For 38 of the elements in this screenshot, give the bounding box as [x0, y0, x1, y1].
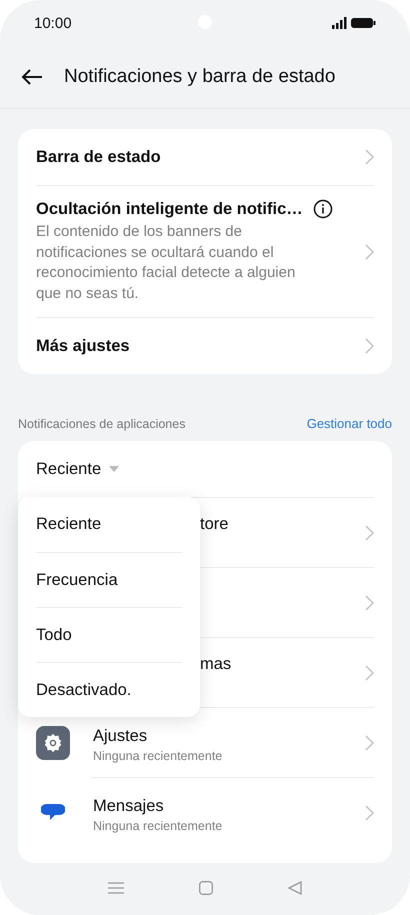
app-name: Mensajes	[93, 797, 165, 816]
back-arrow-icon[interactable]	[20, 68, 44, 86]
app-status: Ninguna recientemente	[93, 819, 224, 833]
menu-item[interactable]: Frecuencia	[36, 552, 182, 607]
item-description: El contenido de los banners de notificaciones se ocultará cuando el reconocimiento facial detecte a alguien que no seas tú.	[36, 222, 296, 304]
settings-item[interactable]: Barra de estado	[36, 129, 374, 185]
menu-item[interactable]: Reciente	[36, 497, 182, 552]
status-time: 10:00	[34, 14, 72, 32]
back-icon[interactable]	[288, 881, 302, 895]
chevron-right-icon	[365, 149, 374, 165]
menu-icon[interactable]	[108, 882, 124, 894]
chevron-right-icon	[365, 244, 374, 260]
app-name: tore	[200, 514, 230, 534]
status-icons	[332, 17, 376, 29]
manage-all-link[interactable]: Gestionar todo	[306, 416, 392, 431]
caret-icon	[109, 466, 120, 472]
chevron-right-icon	[365, 594, 374, 610]
settings-item[interactable]: Ocultación inteligente de notific… El contenido de los banners de notificaciones se ocultará cuando el reconocimiento facial detecte a alguien que no seas tú.	[36, 185, 374, 317]
info-icon[interactable]	[312, 199, 333, 219]
app-status: Ninguna recientemente	[93, 749, 224, 763]
menu-item[interactable]: Todo	[36, 607, 182, 662]
chevron-right-icon	[365, 664, 374, 680]
chevron-right-icon	[365, 734, 374, 750]
menu-item[interactable]: Desactivado.	[36, 662, 182, 717]
chevron-right-icon	[365, 804, 374, 820]
page-title: Notificaciones y barra de estado	[64, 66, 336, 88]
app-name: Ajustes	[93, 727, 148, 746]
home-icon[interactable]	[198, 881, 213, 895]
gear-icon	[36, 726, 70, 760]
item-label: Más ajustes	[36, 336, 130, 356]
item-label: Barra de estado	[36, 148, 161, 166]
app-name: mas	[200, 654, 232, 674]
settings-item[interactable]: Más ajustes	[36, 317, 374, 374]
item-label: Ocultación inteligente de notific…	[36, 200, 303, 218]
sort-dropdown[interactable]: Reciente	[36, 441, 374, 497]
section-title: Notificaciones de aplicaciones	[18, 416, 186, 430]
chevron-right-icon	[365, 338, 374, 354]
chevron-right-icon	[365, 524, 374, 540]
